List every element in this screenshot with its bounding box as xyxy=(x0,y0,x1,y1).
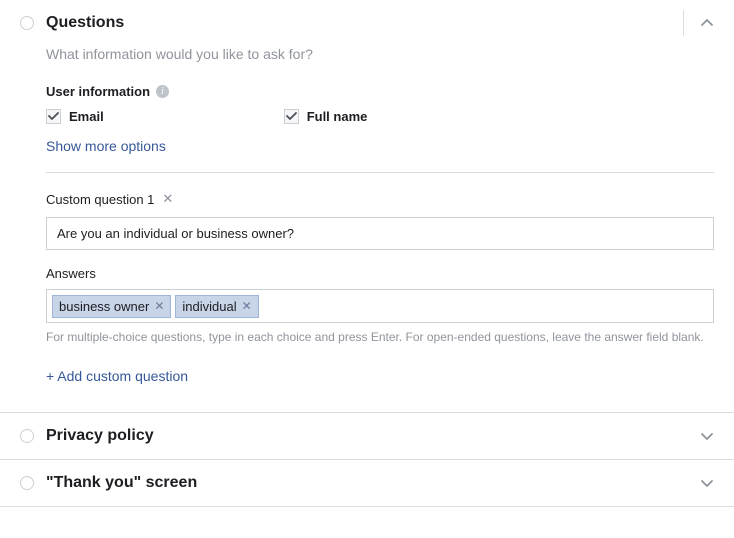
chevron-up-icon[interactable] xyxy=(700,16,714,30)
custom-question-input[interactable] xyxy=(46,217,714,250)
section-title: "Thank you" screen xyxy=(46,474,714,492)
section-thankyou: "Thank you" screen xyxy=(0,460,734,507)
divider xyxy=(46,172,714,173)
answers-input[interactable]: business owner ✕ individual ✕ xyxy=(46,289,714,323)
custom-question-label-row: Custom question 1 ✕ xyxy=(46,191,714,207)
tag-label: individual xyxy=(182,299,236,314)
chevron-down-icon[interactable] xyxy=(700,429,714,443)
section-title: Privacy policy xyxy=(46,427,714,445)
custom-question-label: Custom question 1 xyxy=(46,192,154,207)
checkbox-label-fullname: Full name xyxy=(307,109,368,124)
section-body-questions: What information would you like to ask f… xyxy=(0,46,734,412)
user-info-label-row: User information i xyxy=(46,84,714,99)
radio-icon xyxy=(20,476,34,490)
user-info-label: User information xyxy=(46,84,150,99)
section-header-questions[interactable]: Questions xyxy=(0,0,734,46)
radio-icon xyxy=(20,16,34,30)
add-custom-question-link[interactable]: + Add custom question xyxy=(46,368,188,384)
answers-label: Answers xyxy=(46,266,714,281)
checkbox-icon xyxy=(46,109,61,124)
section-questions: Questions What information would you lik… xyxy=(0,0,734,413)
radio-icon xyxy=(20,429,34,443)
section-privacy: Privacy policy xyxy=(0,413,734,460)
section-header-thankyou[interactable]: "Thank you" screen xyxy=(0,460,734,506)
section-header-privacy[interactable]: Privacy policy xyxy=(0,413,734,459)
answers-hint: For multiple-choice questions, type in e… xyxy=(46,329,714,346)
remove-tag-icon[interactable]: ✕ xyxy=(154,299,164,313)
info-icon[interactable]: i xyxy=(156,85,169,98)
remove-question-icon[interactable]: ✕ xyxy=(162,191,173,207)
checkbox-full-name[interactable]: Full name xyxy=(284,109,368,124)
checkbox-icon xyxy=(284,109,299,124)
checkbox-label-email: Email xyxy=(69,109,104,124)
chevron-down-icon[interactable] xyxy=(700,476,714,490)
tag-label: business owner xyxy=(59,299,149,314)
answer-tag: individual ✕ xyxy=(175,295,258,318)
checkbox-row: Email Full name xyxy=(46,109,714,124)
remove-tag-icon[interactable]: ✕ xyxy=(242,299,252,313)
subtitle: What information would you like to ask f… xyxy=(46,46,714,62)
show-more-link[interactable]: Show more options xyxy=(46,138,714,154)
divider xyxy=(683,10,684,36)
section-title: Questions xyxy=(46,14,714,32)
answer-tag: business owner ✕ xyxy=(52,295,171,318)
checkbox-email[interactable]: Email xyxy=(46,109,104,124)
